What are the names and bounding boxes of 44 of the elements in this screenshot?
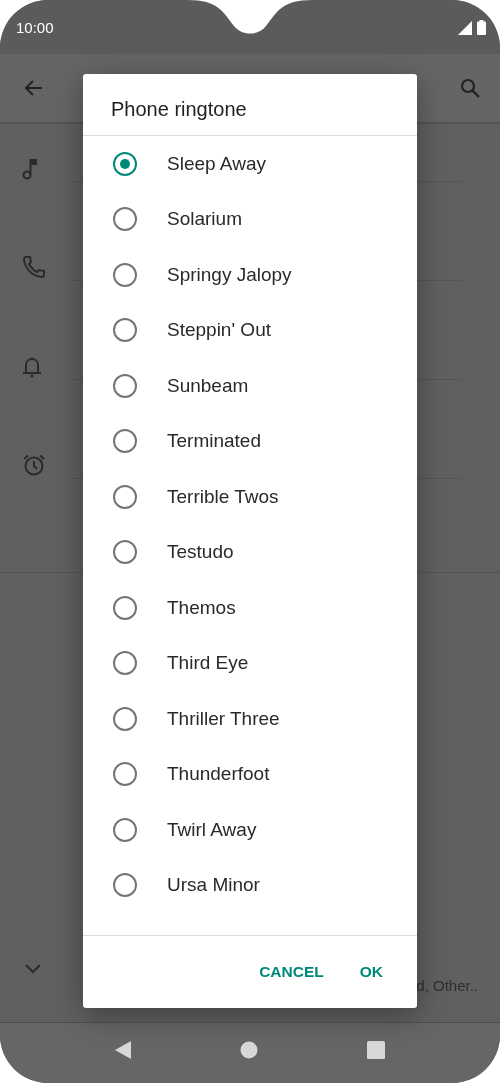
ringtone-option[interactable]: Sleep Away (83, 136, 417, 192)
radio-button[interactable] (113, 762, 137, 787)
radio-button[interactable] (113, 151, 137, 176)
back-triangle-icon[interactable] (114, 1041, 131, 1059)
ringtone-option[interactable]: Steppin' Out (83, 302, 417, 358)
radio-button[interactable] (113, 484, 137, 509)
battery-icon (477, 19, 486, 35)
ringtone-option[interactable]: Thunderfoot (83, 746, 417, 802)
ringtone-option[interactable]: Testudo (83, 524, 417, 580)
radio-button[interactable] (113, 429, 137, 454)
phone-icon (22, 255, 46, 279)
ringtone-option[interactable]: Ursa Minor (83, 857, 417, 913)
ringtone-option[interactable]: Thriller Three (83, 691, 417, 747)
radio-button[interactable] (113, 540, 137, 565)
radio-button[interactable] (113, 595, 137, 620)
bell-icon (22, 356, 42, 378)
radio-button[interactable] (113, 318, 137, 343)
radio-button[interactable] (113, 651, 137, 676)
back-arrow-icon[interactable] (23, 79, 43, 97)
signal-icon (458, 20, 472, 35)
radio-button[interactable] (113, 873, 137, 898)
status-time: 10:00 (16, 18, 54, 36)
ok-button[interactable]: OK (345, 955, 397, 989)
radio-button[interactable] (113, 207, 137, 232)
radio-button[interactable] (113, 262, 137, 287)
ringtone-option[interactable]: Terminated (83, 413, 417, 469)
ringtone-option[interactable]: Twirl Away (83, 802, 417, 858)
radio-button[interactable] (113, 706, 137, 731)
dialog-title: Phone ringtone (83, 74, 417, 136)
ringtone-option[interactable]: Springy Jalopy (83, 247, 417, 303)
alarm-clock-icon (22, 453, 46, 477)
chevron-down-icon[interactable] (25, 964, 41, 974)
ringtone-option[interactable]: Solarium (83, 191, 417, 247)
recents-square-icon[interactable] (367, 1041, 386, 1059)
search-icon[interactable] (460, 78, 480, 98)
ringtone-option[interactable]: Themos (83, 580, 417, 636)
ringtone-option[interactable]: Terrible Twos (83, 469, 417, 525)
ringtone-option[interactable]: Third Eye (83, 635, 417, 691)
radio-button[interactable] (113, 817, 137, 842)
cancel-button[interactable]: CANCEL (245, 955, 338, 989)
home-circle-icon[interactable] (240, 1041, 258, 1059)
ringtone-option[interactable]: Sunbeam (83, 358, 417, 414)
radio-button[interactable] (113, 373, 137, 398)
music-note-icon (22, 158, 38, 180)
